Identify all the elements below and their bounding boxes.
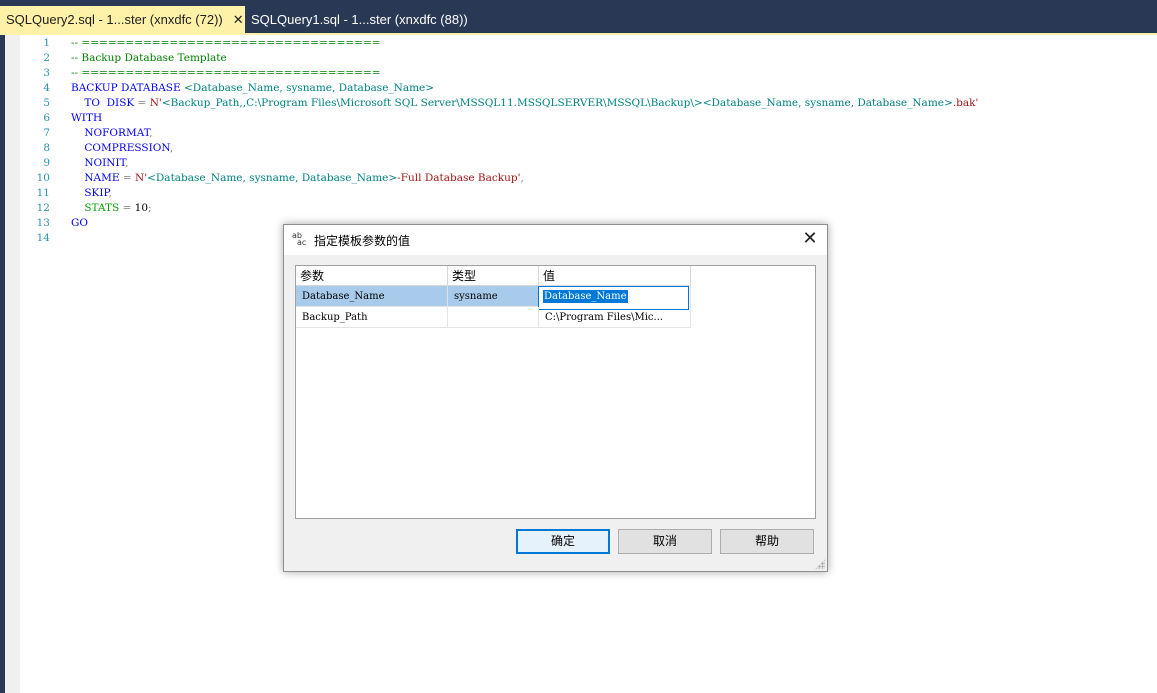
line-number: 10: [36, 172, 50, 184]
code-token: <Backup_Path,,C:\Program Files\Microsoft…: [161, 97, 703, 109]
line-number: 14: [36, 232, 50, 244]
code-token: <Database_Name, sysname, Database_Name>: [147, 172, 398, 184]
code-token: SKIP: [71, 187, 109, 199]
line-source: -- Backup Database Template: [71, 51, 227, 66]
line-source: COMPRESSION,: [71, 141, 173, 156]
code-token: =: [137, 97, 150, 109]
code-line: 9 NOINIT,: [0, 156, 1157, 171]
code-token: 10: [134, 202, 149, 214]
code-line: 2 -- Backup Database Template: [0, 51, 1157, 66]
line-number: 11: [36, 187, 50, 199]
code-line: 5 TO DISK = N'<Backup_Path,,C:\Program F…: [0, 96, 1157, 111]
tab-sqlquery2[interactable]: SQLQuery2.sql - 1...ster (xnxdfc (72)) ✕: [0, 6, 245, 33]
code-token: =: [122, 172, 136, 184]
tab-sqlquery1[interactable]: SQLQuery1.sql - 1...ster (xnxdfc (88)): [245, 6, 474, 33]
column-header-value[interactable]: 值: [539, 266, 691, 286]
line-number: 2: [43, 52, 50, 64]
code-token: -- ==================================: [71, 37, 381, 49]
code-token: N': [149, 97, 162, 109]
column-header-type[interactable]: 类型: [448, 266, 539, 286]
line-source: GO: [71, 216, 88, 231]
param-value-cell[interactable]: C:\Program Files\Mic...: [539, 307, 691, 328]
parameter-grid[interactable]: 参数 类型 值 Database_Name sysname Database_N…: [295, 265, 816, 519]
line-source: BACKUP DATABASE <Database_Name, sysname,…: [71, 81, 434, 96]
line-source: SKIP,: [71, 186, 112, 201]
code-line: 7 NOFORMAT,: [0, 126, 1157, 141]
code-line: 3 -- ==================================: [0, 66, 1157, 81]
line-source: WITH: [71, 111, 102, 126]
code-token: ,: [169, 142, 174, 154]
line-source: STATS = 10;: [71, 201, 152, 216]
ok-button[interactable]: 确定: [516, 529, 610, 554]
line-number: 5: [43, 97, 50, 109]
code-token: NAME: [71, 172, 123, 184]
code-token: N': [135, 172, 148, 184]
code-token: -Full Database Backup': [397, 172, 521, 184]
code-token: -- ==================================: [71, 67, 381, 79]
code-line: 4 BACKUP DATABASE <Database_Name, sysname…: [0, 81, 1157, 96]
code-token: NOINIT: [71, 157, 126, 169]
icon-line-bottom: ac: [297, 238, 307, 247]
line-number: 4: [43, 82, 50, 94]
selected-value-text: Database_Name: [543, 290, 628, 303]
tab-close-icon[interactable]: ✕: [233, 12, 244, 28]
tab-label: SQLQuery1.sql - 1...ster (xnxdfc (88)): [251, 12, 468, 27]
line-source: -- ==================================: [71, 66, 381, 81]
code-line: 10 NAME = N'<Database_Name, sysname, Dat…: [0, 171, 1157, 186]
param-type-cell[interactable]: [448, 307, 539, 328]
line-source: TO DISK = N'<Backup_Path,,C:\Program Fil…: [71, 96, 978, 111]
line-source: NOFORMAT,: [71, 126, 153, 141]
code-token: ;: [148, 202, 152, 214]
param-name-cell[interactable]: Backup_Path: [296, 307, 448, 328]
line-number: 3: [43, 67, 50, 79]
code-token: GO: [71, 217, 88, 229]
code-token: BACKUP DATABASE: [71, 82, 184, 94]
code-token: ,: [149, 127, 153, 139]
line-number: 12: [36, 202, 50, 214]
line-number: 8: [43, 142, 50, 154]
code-token: .bak': [952, 97, 979, 109]
code-token: <Database_Name, sysname, Database_Name>: [702, 97, 953, 109]
code-token: ,: [125, 157, 129, 169]
code-line: 1 -- ==================================: [0, 36, 1157, 51]
line-number: 13: [36, 217, 50, 229]
code-token: NOFORMAT: [71, 127, 150, 139]
code-token: STATS: [71, 202, 123, 214]
line-source: NAME = N'<Database_Name, sysname, Databa…: [71, 171, 524, 186]
code-token: <Database_Name, sysname, Database_Name>: [184, 82, 435, 94]
template-parameters-dialog: ab ac 指定模板参数的值 ✕ 参数 类型 值 Database_Name s…: [283, 224, 828, 572]
line-number: 7: [43, 127, 50, 139]
code-token: TO DISK: [71, 97, 138, 109]
code-line: 8 COMPRESSION,: [0, 141, 1157, 156]
line-number: 1: [43, 37, 50, 49]
line-source: NOINIT,: [71, 156, 128, 171]
param-type-cell[interactable]: sysname: [448, 286, 539, 307]
cancel-button[interactable]: 取消: [618, 529, 712, 554]
code-token: =: [122, 202, 135, 214]
line-number: 9: [43, 157, 50, 169]
code-token: COMPRESSION: [71, 142, 170, 154]
code-line: 12 STATS = 10;: [0, 201, 1157, 216]
code-token: ,: [520, 172, 524, 184]
code-line: 6 WITH: [0, 111, 1157, 126]
dialog-title: 指定模板参数的值: [314, 234, 411, 248]
document-tab-bar: SQLQuery2.sql - 1...ster (xnxdfc (72)) ✕…: [0, 6, 1157, 33]
line-number: 6: [43, 112, 50, 124]
tab-label: SQLQuery2.sql - 1...ster (xnxdfc (72)): [6, 12, 223, 27]
dialog-titlebar[interactable]: ab ac 指定模板参数的值 ✕: [284, 225, 827, 255]
code-token: ,: [108, 187, 112, 199]
close-icon[interactable]: ✕: [801, 229, 819, 249]
code-token: WITH: [71, 112, 103, 124]
resize-grip-icon[interactable]: [815, 559, 825, 569]
param-name-cell[interactable]: Database_Name: [296, 286, 448, 307]
code-line: 11 SKIP,: [0, 186, 1157, 201]
line-source: -- ==================================: [71, 36, 381, 51]
column-header-param[interactable]: 参数: [296, 266, 448, 286]
dialog-app-icon: ab ac: [292, 232, 310, 248]
code-token: -- Backup Database Template: [71, 52, 227, 64]
help-button[interactable]: 帮助: [720, 529, 814, 554]
grid-header: 参数 类型 值: [296, 266, 691, 286]
table-row[interactable]: Backup_Path C:\Program Files\Mic...: [296, 307, 691, 328]
